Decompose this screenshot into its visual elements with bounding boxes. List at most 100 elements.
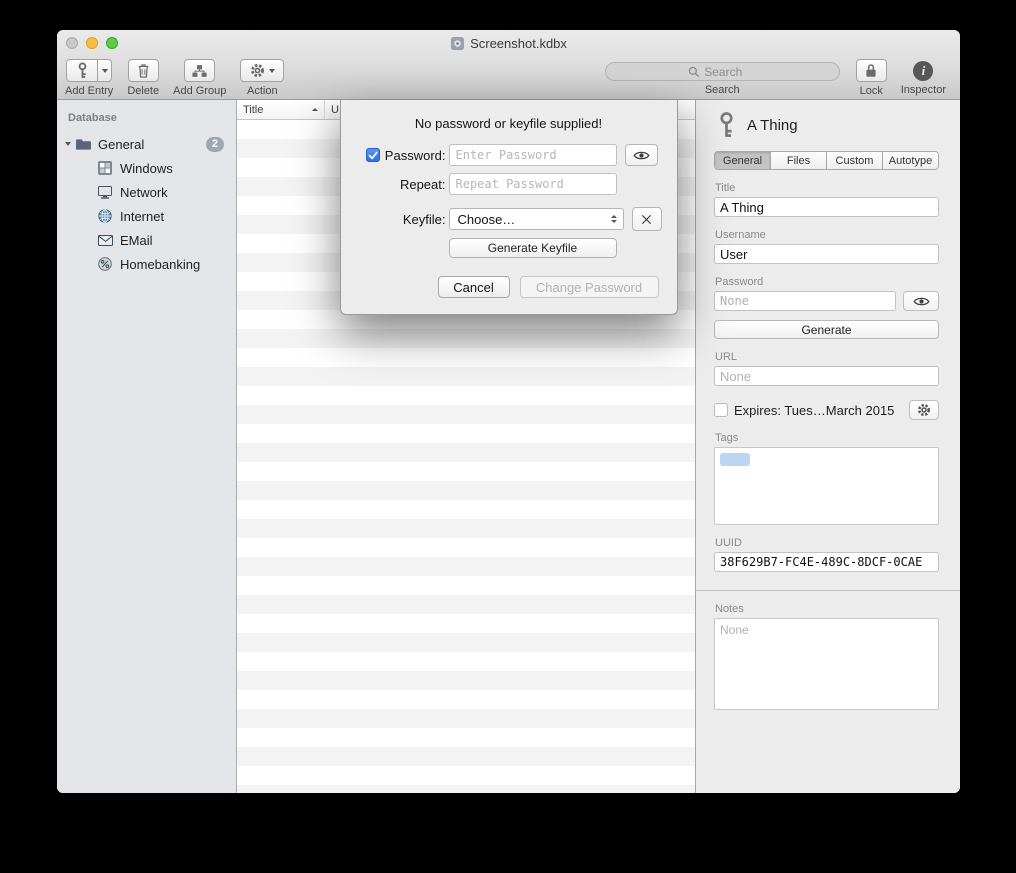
url-field[interactable] [714, 366, 939, 386]
password-label: Password: [385, 148, 446, 163]
keyfile-label: Keyfile: [403, 212, 446, 227]
tab-general[interactable]: General [715, 152, 771, 169]
inspector-tabs: General Files Custom Autotype [714, 151, 939, 170]
screen: Screenshot.kdbx Add E [0, 0, 1016, 873]
password-row: Password: [341, 144, 677, 166]
window-title: Screenshot.kdbx [470, 36, 567, 51]
repeat-password-input[interactable] [449, 173, 617, 195]
disclosure-triangle-icon[interactable] [65, 142, 71, 146]
add-entry-dropdown-button[interactable] [97, 59, 112, 82]
add-group-button[interactable] [184, 59, 215, 82]
traffic-lights [66, 37, 118, 49]
generate-keyfile-button[interactable]: Generate Keyfile [449, 238, 617, 258]
username-field[interactable] [714, 244, 939, 264]
notes-field-label: Notes [715, 603, 940, 615]
entry-title: A Thing [747, 117, 798, 134]
reveal-password-button[interactable] [903, 291, 939, 311]
stepper-arrows-icon [609, 215, 619, 223]
column-label: U [331, 104, 339, 116]
titlebar: Screenshot.kdbx [57, 30, 960, 56]
keyfile-row: Keyfile: Choose… [341, 207, 677, 231]
expires-settings-button[interactable] [909, 400, 939, 420]
sidebar-item-internet[interactable]: Internet [57, 204, 236, 228]
gear-icon [917, 403, 931, 417]
sidebar: Database General 2 Windows [57, 100, 237, 793]
close-button[interactable] [66, 37, 78, 49]
inspector-label: Inspector [901, 84, 946, 96]
password-field-label: Password [715, 276, 940, 288]
group-icon [192, 64, 207, 78]
sidebar-item-email[interactable]: EMail [57, 228, 236, 252]
windows-icon [97, 160, 113, 176]
sidebar-item-network[interactable]: Network [57, 180, 236, 204]
tag-chip[interactable] [720, 453, 750, 466]
expires-row: Expires: Tues…March 2015 [714, 400, 939, 420]
sidebar-item-label: Internet [120, 209, 164, 224]
tags-field-label: Tags [715, 432, 940, 444]
sidebar-item-windows[interactable]: Windows [57, 156, 236, 180]
folder-icon [75, 136, 91, 152]
dialog-buttons: Cancel Change Password [438, 276, 677, 298]
generate-password-button[interactable]: Generate [714, 320, 939, 339]
minimize-button[interactable] [86, 37, 98, 49]
reveal-password-button[interactable] [625, 144, 658, 166]
title-wrap: Screenshot.kdbx [450, 36, 567, 51]
search-label: Search [705, 84, 740, 96]
lock-button[interactable] [856, 59, 887, 82]
zoom-button[interactable] [106, 37, 118, 49]
add-group-label: Add Group [173, 85, 226, 97]
chevron-down-icon [269, 69, 275, 73]
close-x-icon [641, 214, 652, 225]
search-field[interactable] [605, 62, 840, 81]
keyfile-dropdown[interactable]: Choose… [449, 208, 624, 230]
sidebar-item-label: General [98, 137, 144, 152]
delete-label: Delete [127, 85, 159, 97]
tab-autotype[interactable]: Autotype [883, 152, 938, 169]
column-header-title[interactable]: Title [237, 100, 325, 119]
uuid-field-label: UUID [715, 537, 940, 549]
sort-ascending-icon [312, 108, 318, 111]
inspector-toggle-button[interactable]: i [913, 61, 933, 81]
entry-count-badge: 2 [206, 137, 224, 152]
search-input[interactable] [704, 65, 756, 79]
tab-files[interactable]: Files [771, 152, 827, 169]
checkmark-icon [368, 151, 378, 160]
search-icon [688, 66, 700, 78]
clear-keyfile-button[interactable] [632, 207, 662, 231]
info-icon: i [922, 63, 926, 79]
toolbar: Add Entry Delete [57, 56, 960, 100]
enter-password-input[interactable] [449, 144, 617, 166]
tab-custom[interactable]: Custom [827, 152, 883, 169]
add-entry-button[interactable] [66, 59, 97, 82]
action-button[interactable] [240, 59, 284, 82]
delete-button[interactable] [128, 59, 159, 82]
add-group-item: Add Group [173, 59, 226, 97]
trash-icon [137, 63, 150, 78]
search-item: Search [605, 59, 840, 96]
document-icon [450, 36, 465, 51]
sidebar-item-general[interactable]: General 2 [57, 132, 236, 156]
inspector-header: A Thing [714, 112, 940, 139]
add-entry-item: Add Entry [65, 59, 113, 97]
cancel-button[interactable]: Cancel [438, 276, 510, 298]
sidebar-item-label: EMail [120, 233, 153, 248]
lock-icon [865, 63, 877, 78]
sidebar-item-homebanking[interactable]: Homebanking [57, 252, 236, 276]
key-icon [718, 112, 735, 139]
change-password-button[interactable]: Change Password [520, 276, 659, 298]
uuid-field[interactable] [714, 552, 939, 572]
notes-field[interactable] [714, 618, 939, 710]
expires-label: Expires: Tues…March 2015 [734, 403, 894, 418]
toolbar-right: Search Lock i Ins [605, 59, 948, 97]
url-field-label: URL [715, 351, 940, 363]
username-field-label: Username [715, 229, 940, 241]
tags-field[interactable] [714, 447, 939, 525]
lock-label: Lock [860, 85, 883, 97]
expires-checkbox[interactable] [714, 403, 728, 417]
action-label: Action [247, 85, 278, 97]
title-field[interactable] [714, 197, 939, 217]
sidebar-item-label: Homebanking [120, 257, 200, 272]
password-field[interactable] [714, 291, 896, 311]
password-checkbox[interactable] [366, 148, 380, 162]
sidebar-section-header: Database [57, 110, 236, 132]
